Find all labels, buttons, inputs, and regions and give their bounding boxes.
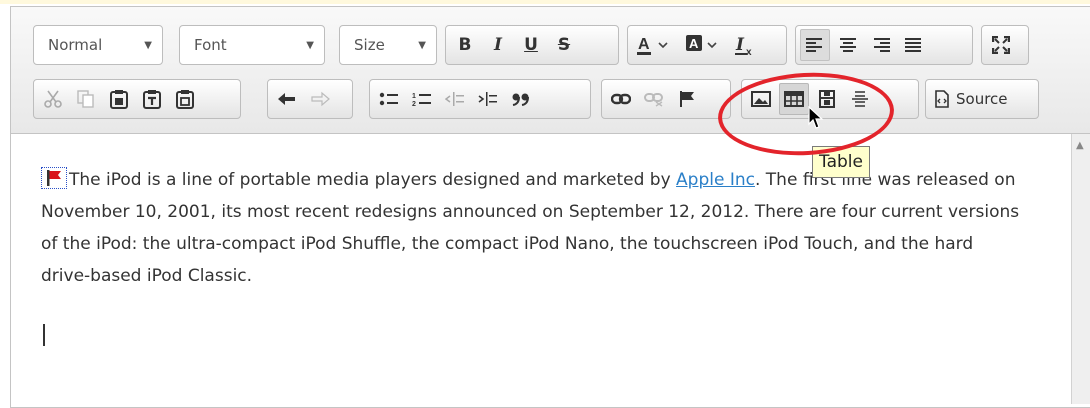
indent-icon (478, 92, 497, 106)
paste-button[interactable] (104, 83, 134, 115)
text-cursor (43, 324, 45, 346)
history-group (267, 79, 353, 119)
link-icon (611, 93, 631, 105)
copy-icon (77, 90, 94, 108)
anchor-flag-icon[interactable] (41, 167, 67, 189)
anchor-button[interactable] (672, 83, 702, 115)
unlink-icon (644, 93, 663, 107)
underline-icon: U (524, 35, 538, 55)
chevron-down-icon: ▼ (418, 39, 426, 51)
editor-toolbar: Normal ▼ Font ▼ Size ▼ B I U S A A I x 1… (11, 7, 1090, 134)
chevron-down-icon: ▼ (144, 39, 152, 51)
svg-text:A: A (689, 36, 699, 51)
clipboard-icon (110, 90, 128, 109)
paste-from-word-button[interactable] (170, 83, 200, 115)
justify-button[interactable] (899, 29, 929, 61)
undo-icon (278, 93, 295, 105)
size-dropdown[interactable]: Size ▼ (339, 25, 437, 65)
quote-icon (512, 93, 529, 106)
svg-text:2: 2 (412, 101, 416, 107)
top-strip (0, 0, 1090, 4)
background-color-icon: A (686, 35, 717, 51)
text-color-icon: A (637, 36, 668, 55)
paste-text-icon (143, 90, 161, 109)
list-group: 12 (369, 79, 591, 119)
content-paragraph: The iPod is a line of portable media pla… (41, 164, 1021, 292)
numbered-list-icon: 12 (412, 93, 431, 107)
bold-icon: B (458, 35, 472, 55)
remove-format-button[interactable]: I x (730, 29, 760, 61)
undo-button[interactable] (272, 83, 302, 115)
source-button-label: Source (956, 90, 1008, 108)
blockquote-button[interactable] (506, 83, 536, 115)
strikethrough-button[interactable]: S (549, 29, 579, 61)
alignment-group (795, 25, 973, 65)
maximize-group (981, 25, 1029, 65)
redo-button[interactable] (305, 83, 335, 115)
clear-format-icon: I x (735, 35, 752, 57)
maximize-button[interactable] (986, 29, 1016, 61)
vertical-scrollbar[interactable]: ▲ (1071, 134, 1090, 404)
red-flag-icon (47, 170, 61, 186)
bold-button[interactable]: B (450, 29, 480, 61)
flag-icon (680, 91, 694, 107)
indent-button[interactable] (473, 83, 503, 115)
copy-button[interactable] (71, 83, 101, 115)
unlink-button[interactable] (639, 83, 669, 115)
source-code-icon (935, 90, 949, 108)
paste-word-icon (176, 90, 194, 109)
basic-styles-group: B I U S (445, 25, 619, 65)
size-dropdown-value: Size (354, 36, 385, 54)
scissors-icon (44, 90, 62, 108)
align-center-icon (840, 38, 856, 52)
align-left-icon (806, 38, 822, 52)
chevron-down-icon: ▼ (306, 39, 314, 51)
scroll-up-arrow-icon[interactable]: ▲ (1076, 140, 1084, 151)
apple-inc-link[interactable]: Apple Inc (676, 170, 755, 190)
mouse-pointer-icon (808, 106, 824, 129)
bulleted-list-icon (379, 92, 398, 106)
clipboard-group (33, 79, 241, 119)
link-button[interactable] (606, 83, 636, 115)
background-color-button[interactable]: A (681, 29, 727, 61)
paragraph-text-start: The iPod is a line of portable media pla… (69, 170, 677, 190)
format-dropdown[interactable]: Normal ▼ (33, 25, 163, 65)
rich-text-editor: Normal ▼ Font ▼ Size ▼ B I U S A A I x 1… (10, 6, 1090, 408)
redo-icon (311, 91, 330, 107)
bulleted-list-button[interactable] (374, 83, 404, 115)
cut-button[interactable] (38, 83, 68, 115)
document-group: Source (925, 79, 1039, 119)
italic-button[interactable]: I (483, 29, 513, 61)
align-left-button[interactable] (800, 29, 830, 61)
underline-button[interactable]: U (516, 29, 546, 61)
font-dropdown-value: Font (194, 36, 227, 54)
font-dropdown[interactable]: Font ▼ (179, 25, 325, 65)
outdent-icon (445, 92, 464, 106)
justify-icon (905, 38, 921, 52)
outdent-button[interactable] (440, 83, 470, 115)
editor-content-area[interactable]: The iPod is a line of portable media pla… (11, 134, 1071, 404)
svg-text:1: 1 (412, 93, 416, 100)
align-right-button[interactable] (866, 29, 896, 61)
link-group (601, 79, 731, 119)
italic-icon: I (494, 35, 502, 55)
maximize-icon (992, 36, 1010, 54)
svg-text:x: x (746, 47, 752, 57)
numbered-list-button[interactable]: 12 (407, 83, 437, 115)
svg-text:A: A (638, 36, 650, 53)
align-right-icon (874, 38, 890, 52)
format-dropdown-value: Normal (48, 36, 103, 54)
text-color-button[interactable]: A (632, 29, 678, 61)
source-button[interactable]: Source (930, 83, 1012, 115)
align-center-button[interactable] (833, 29, 863, 61)
strikethrough-icon: S (557, 35, 571, 55)
svg-text:I: I (735, 35, 745, 55)
color-group: A A I x (627, 25, 787, 65)
paste-text-button[interactable] (137, 83, 167, 115)
